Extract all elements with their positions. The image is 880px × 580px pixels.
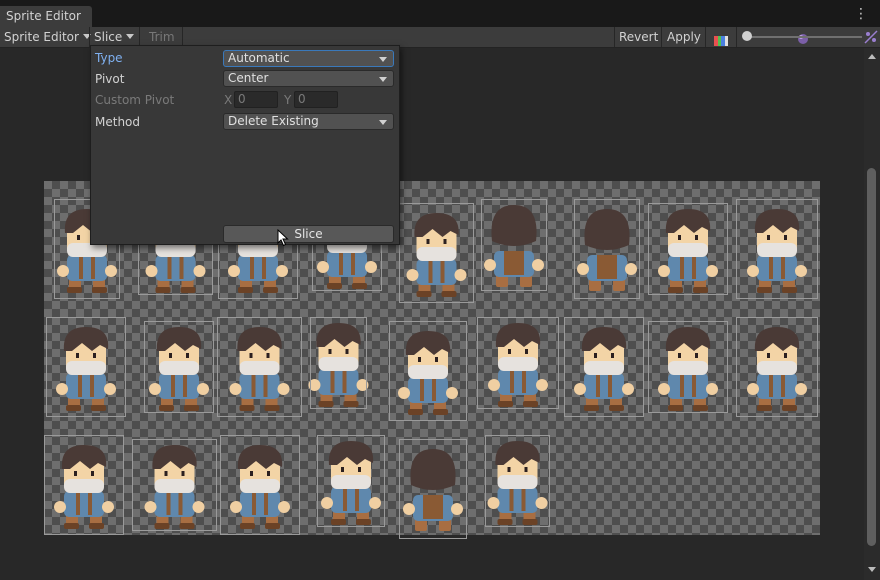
- sprite-slice-rect[interactable]: [389, 321, 467, 421]
- rgb-channel-icon[interactable]: [714, 32, 728, 46]
- type-dropdown-value: Automatic: [228, 51, 290, 65]
- sprite-slice-rect[interactable]: [399, 203, 474, 303]
- apply-button[interactable]: Apply: [667, 27, 701, 47]
- custom-pivot-y-label: Y: [284, 93, 292, 107]
- custom-pivot-label: Custom Pivot: [95, 93, 175, 107]
- mode-dropdown[interactable]: Sprite Editor: [4, 27, 91, 47]
- custom-pivot-y-field[interactable]: 0: [294, 91, 338, 108]
- sprite-slice-rect[interactable]: [217, 317, 302, 417]
- slice-menu-label: Slice: [94, 30, 123, 44]
- sprite-slice-rect[interactable]: [574, 199, 640, 299]
- scroll-up-icon[interactable]: [868, 54, 876, 59]
- toolbar-divider: [139, 27, 140, 47]
- sprite-slice-rect[interactable]: [220, 435, 300, 535]
- method-dropdown-value: Delete Existing: [228, 114, 319, 128]
- chevron-down-icon: [379, 57, 387, 62]
- custom-pivot-x-field[interactable]: 0: [234, 91, 278, 108]
- sprite-slice-rect[interactable]: [46, 317, 126, 417]
- toolbar-divider: [89, 27, 90, 47]
- method-label: Method: [95, 115, 141, 129]
- toolbar-divider: [661, 27, 662, 47]
- chevron-down-icon: [379, 120, 387, 125]
- toolbar-divider: [182, 27, 183, 47]
- sprite-slice-rect[interactable]: [44, 435, 124, 535]
- sprite-slice-rect[interactable]: [648, 321, 728, 413]
- sprite-slice-rect[interactable]: [648, 203, 728, 295]
- sprite-slice-rect[interactable]: [317, 435, 385, 527]
- pivot-label: Pivot: [95, 72, 125, 86]
- sprite-slice-rect[interactable]: [399, 439, 467, 539]
- mip-max-icon: [864, 30, 878, 44]
- pivot-dropdown[interactable]: Center: [223, 70, 394, 87]
- vertical-scrollbar[interactable]: [864, 48, 880, 580]
- sprite-slice-rect[interactable]: [736, 317, 818, 417]
- slice-button[interactable]: Slice: [223, 225, 394, 243]
- mode-dropdown-label: Sprite Editor: [4, 30, 79, 44]
- revert-button[interactable]: Revert: [619, 27, 658, 47]
- method-dropdown[interactable]: Delete Existing: [223, 113, 394, 130]
- toolbar-divider: [705, 27, 706, 47]
- slice-menu-button[interactable]: Slice: [94, 27, 135, 47]
- sprite-slice-rect[interactable]: [132, 439, 217, 531]
- zoom-slider-track[interactable]: [748, 36, 862, 38]
- mouse-cursor-icon: [277, 229, 289, 247]
- sprite-slice-rect[interactable]: [736, 199, 818, 299]
- chevron-down-icon: [379, 77, 387, 82]
- zoom-slider-handle[interactable]: [742, 31, 752, 41]
- chevron-down-icon: [126, 34, 135, 39]
- scrollbar-thumb[interactable]: [867, 168, 876, 546]
- tab-bar: Sprite Editor ⋮: [0, 0, 880, 27]
- sprite-slice-rect[interactable]: [477, 317, 559, 409]
- sprite-slice-rect[interactable]: [564, 317, 644, 417]
- sprite-slice-rect[interactable]: [481, 199, 547, 291]
- tab-sprite-editor[interactable]: Sprite Editor: [0, 6, 92, 27]
- toolbar-divider: [614, 27, 615, 47]
- kebab-menu-icon[interactable]: ⋮: [854, 7, 868, 21]
- toolbar-divider: [736, 27, 737, 47]
- custom-pivot-x-label: X: [224, 93, 233, 107]
- type-dropdown[interactable]: Automatic: [223, 50, 394, 67]
- pivot-dropdown-value: Center: [228, 71, 269, 85]
- slice-popup: Type Automatic Pivot Center Custom Pivot…: [90, 45, 400, 245]
- sprite-slice-rect[interactable]: [310, 317, 367, 409]
- trim-button[interactable]: Trim: [149, 27, 175, 47]
- sprite-slice-rect[interactable]: [485, 435, 550, 527]
- type-label: Type: [95, 51, 123, 65]
- scroll-down-icon[interactable]: [868, 567, 876, 572]
- sprite-slice-rect[interactable]: [144, 321, 214, 413]
